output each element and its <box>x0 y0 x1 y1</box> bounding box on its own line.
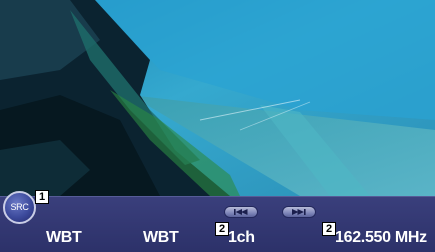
seek-next-button[interactable] <box>282 206 316 218</box>
frequency-display: 162.550 MHz <box>335 229 427 246</box>
skip-previous-icon <box>234 209 248 215</box>
channel-number: 1ch <box>228 229 255 246</box>
src-button-label: SRC <box>10 202 29 212</box>
skip-next-icon <box>292 209 306 215</box>
seek-previous-button[interactable] <box>224 206 258 218</box>
station-name-left: WBT <box>46 229 82 246</box>
head-unit-screen: SRC 1 2 2 WBT WBT 1ch 162.550 MHz <box>0 0 435 252</box>
src-button[interactable]: SRC <box>3 191 36 224</box>
video-playback-area[interactable] <box>0 0 435 196</box>
callout-marker-src: 1 <box>35 190 49 204</box>
callout-marker-seek-prev: 2 <box>215 222 229 236</box>
callout-marker-seek-next: 2 <box>322 222 336 236</box>
station-name-center: WBT <box>143 229 179 246</box>
